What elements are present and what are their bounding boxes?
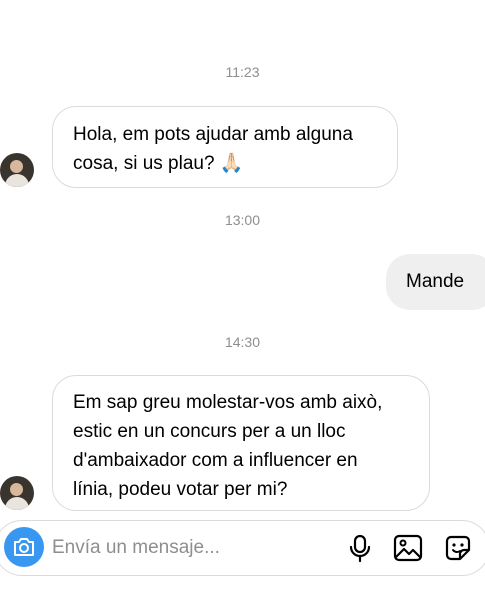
avatar-face	[10, 160, 23, 173]
sticker-icon[interactable]	[443, 533, 473, 563]
camera-button[interactable]	[4, 527, 44, 567]
microphone-icon[interactable]	[345, 533, 375, 563]
avatar-body	[5, 174, 29, 187]
message-input[interactable]	[52, 534, 332, 562]
avatar-body	[5, 497, 29, 510]
incoming-message-bubble[interactable]: Em sap greu molestar-vos amb això, estic…	[52, 375, 430, 511]
timestamp: 14:30	[224, 334, 261, 350]
chat-screen: 11:23 Hola, em pots ajudar amb alguna co…	[0, 0, 485, 600]
avatar[interactable]	[0, 476, 34, 510]
incoming-message-bubble[interactable]: Hola, em pots ajudar amb alguna cosa, si…	[52, 106, 398, 188]
outgoing-message-bubble[interactable]: Mande	[386, 254, 485, 310]
avatar-face	[10, 483, 23, 496]
timestamp: 11:23	[225, 64, 260, 80]
camera-icon	[14, 538, 34, 556]
timestamp: 13:00	[224, 212, 261, 228]
gallery-icon[interactable]	[393, 533, 423, 563]
avatar[interactable]	[0, 153, 34, 187]
